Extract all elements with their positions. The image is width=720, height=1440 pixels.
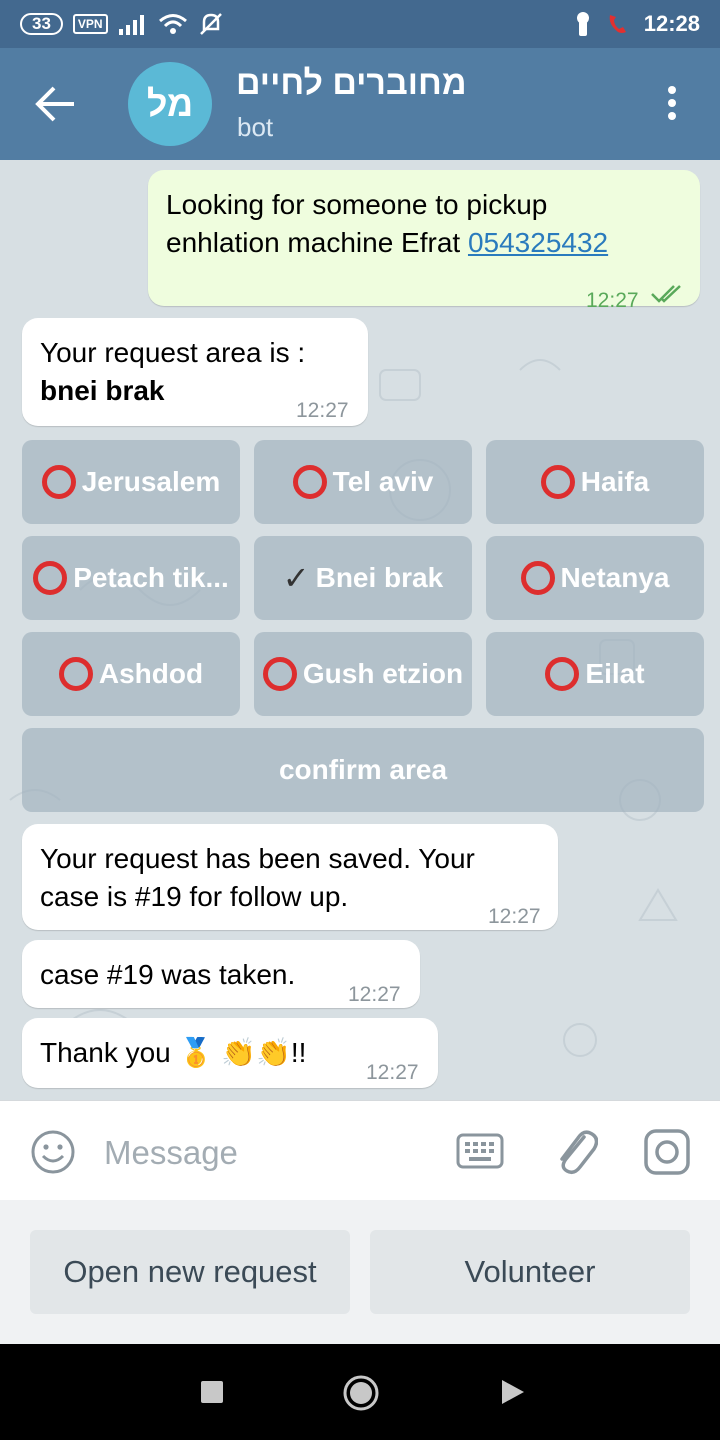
outgoing-message[interactable]: Looking for someone to pickup enhlation …	[148, 170, 700, 312]
wifi-icon	[158, 14, 187, 34]
area-button-ashdod[interactable]: Ashdod	[22, 632, 240, 716]
home-circle-icon[interactable]	[342, 1374, 380, 1412]
unselected-circle-icon	[41, 465, 76, 499]
status-bar: 33 VPN 12:28	[0, 0, 720, 48]
button-label: confirm area	[278, 754, 448, 785]
chat-area[interactable]: Looking for someone to pickup enhlation …	[0, 160, 720, 1100]
message-time: 12:27	[488, 905, 541, 928]
back-arrow-icon[interactable]	[34, 84, 78, 124]
message-line: enhlation machine Efrat 054325432	[166, 224, 608, 262]
chat-header: מל מחוברים לחיים bot	[0, 48, 720, 160]
open-new-request-button[interactable]: Open new request	[30, 1230, 350, 1314]
chat-title[interactable]: מחוברים לחיים	[236, 64, 467, 103]
button-label: Bnei brak	[315, 562, 444, 593]
message-text: Thank you 🥇 👏👏!!	[40, 1037, 307, 1068]
unselected-circle-icon	[33, 561, 68, 595]
mute-icon	[199, 13, 222, 35]
message-line: Your request has been saved. Your	[40, 843, 475, 874]
button-label: Jerusalem	[81, 466, 221, 497]
more-options-icon[interactable]	[662, 86, 682, 126]
button-label: Tel aviv	[332, 466, 434, 497]
clock: 12:28	[643, 11, 700, 36]
back-triangle-icon[interactable]	[500, 1378, 526, 1406]
keyboard-icon[interactable]	[456, 1133, 504, 1169]
message-input-bar	[0, 1100, 720, 1200]
message-text: Looking for someone to pickup enhlation …	[166, 186, 608, 262]
area-button-eilat[interactable]: Eilat	[486, 632, 704, 716]
area-button-petach-tikva[interactable]: Petach tik...	[22, 536, 240, 620]
phone-link[interactable]: 054325432	[468, 227, 608, 258]
message-text: case #19 was taken.	[40, 959, 296, 990]
area-button-netanya[interactable]: Netanya	[486, 536, 704, 620]
message-line: Looking for someone to pickup	[166, 189, 548, 220]
key-icon	[576, 12, 589, 36]
incoming-message[interactable]: Your request has been saved. Your case i…	[22, 824, 558, 930]
volunteer-button[interactable]: Volunteer	[370, 1230, 690, 1314]
message-time: 12:27	[296, 399, 349, 422]
emoji-icon[interactable]	[30, 1129, 76, 1175]
area-button-bnei-brak[interactable]: ✓ Bnei brak	[254, 536, 472, 620]
unselected-circle-icon	[262, 657, 297, 691]
system-nav-bar	[0, 1344, 720, 1440]
call-icon	[609, 15, 626, 33]
button-label: Haifa	[580, 466, 650, 497]
message-line-text: enhlation machine Efrat	[166, 227, 468, 258]
message-time: 12:27	[586, 289, 639, 312]
incoming-message[interactable]: case #19 was taken. 12:27	[22, 940, 420, 1008]
double-check-icon	[651, 285, 681, 303]
message-text: Your request has been saved. Your case i…	[40, 840, 475, 916]
unselected-circle-icon	[520, 561, 555, 595]
camera-icon[interactable]	[644, 1129, 690, 1175]
signal-icon	[118, 15, 144, 35]
message-line: Your request area is :	[40, 337, 306, 368]
incoming-message[interactable]: Your request area is : bnei brak 12:27	[22, 318, 368, 426]
status-right: 12:28	[574, 10, 700, 38]
button-label: Ashdod	[98, 658, 204, 689]
message-time: 12:27	[348, 983, 401, 1006]
recents-square-icon[interactable]	[200, 1380, 224, 1404]
area-button-jerusalem[interactable]: Jerusalem	[22, 440, 240, 524]
incoming-message[interactable]: Thank you 🥇 👏👏!! 12:27	[22, 1018, 438, 1088]
button-label: Eilat	[585, 658, 645, 689]
vpn-indicator: VPN	[72, 14, 108, 34]
button-label: Gush etzion	[302, 658, 464, 689]
selected-area-text: bnei brak	[40, 375, 165, 406]
attach-icon[interactable]	[554, 1127, 598, 1177]
notification-count-badge: 33	[20, 13, 63, 35]
message-input[interactable]	[104, 1131, 434, 1175]
unselected-circle-icon	[292, 465, 327, 499]
unselected-circle-icon	[58, 657, 93, 691]
message-text: Your request area is : bnei brak	[40, 334, 305, 410]
reply-keyboard: Open new request Volunteer	[0, 1200, 720, 1344]
status-left: 33 VPN	[20, 10, 224, 38]
unselected-circle-icon	[545, 657, 580, 691]
unselected-circle-icon	[540, 465, 575, 499]
area-button-haifa[interactable]: Haifa	[486, 440, 704, 524]
message-line: case is #19 for follow up.	[40, 881, 349, 912]
button-label: Petach tik...	[73, 562, 229, 593]
area-button-tel-aviv[interactable]: Tel aviv	[254, 440, 472, 524]
avatar[interactable]: מל	[128, 62, 212, 146]
checkmark-icon: ✓	[282, 560, 310, 596]
confirm-area-button[interactable]: confirm area	[22, 728, 704, 812]
message-time: 12:27	[366, 1061, 419, 1084]
chat-subtitle: bot	[237, 112, 274, 142]
button-label: Netanya	[560, 562, 670, 593]
area-button-gush-etzion[interactable]: Gush etzion	[254, 632, 472, 716]
